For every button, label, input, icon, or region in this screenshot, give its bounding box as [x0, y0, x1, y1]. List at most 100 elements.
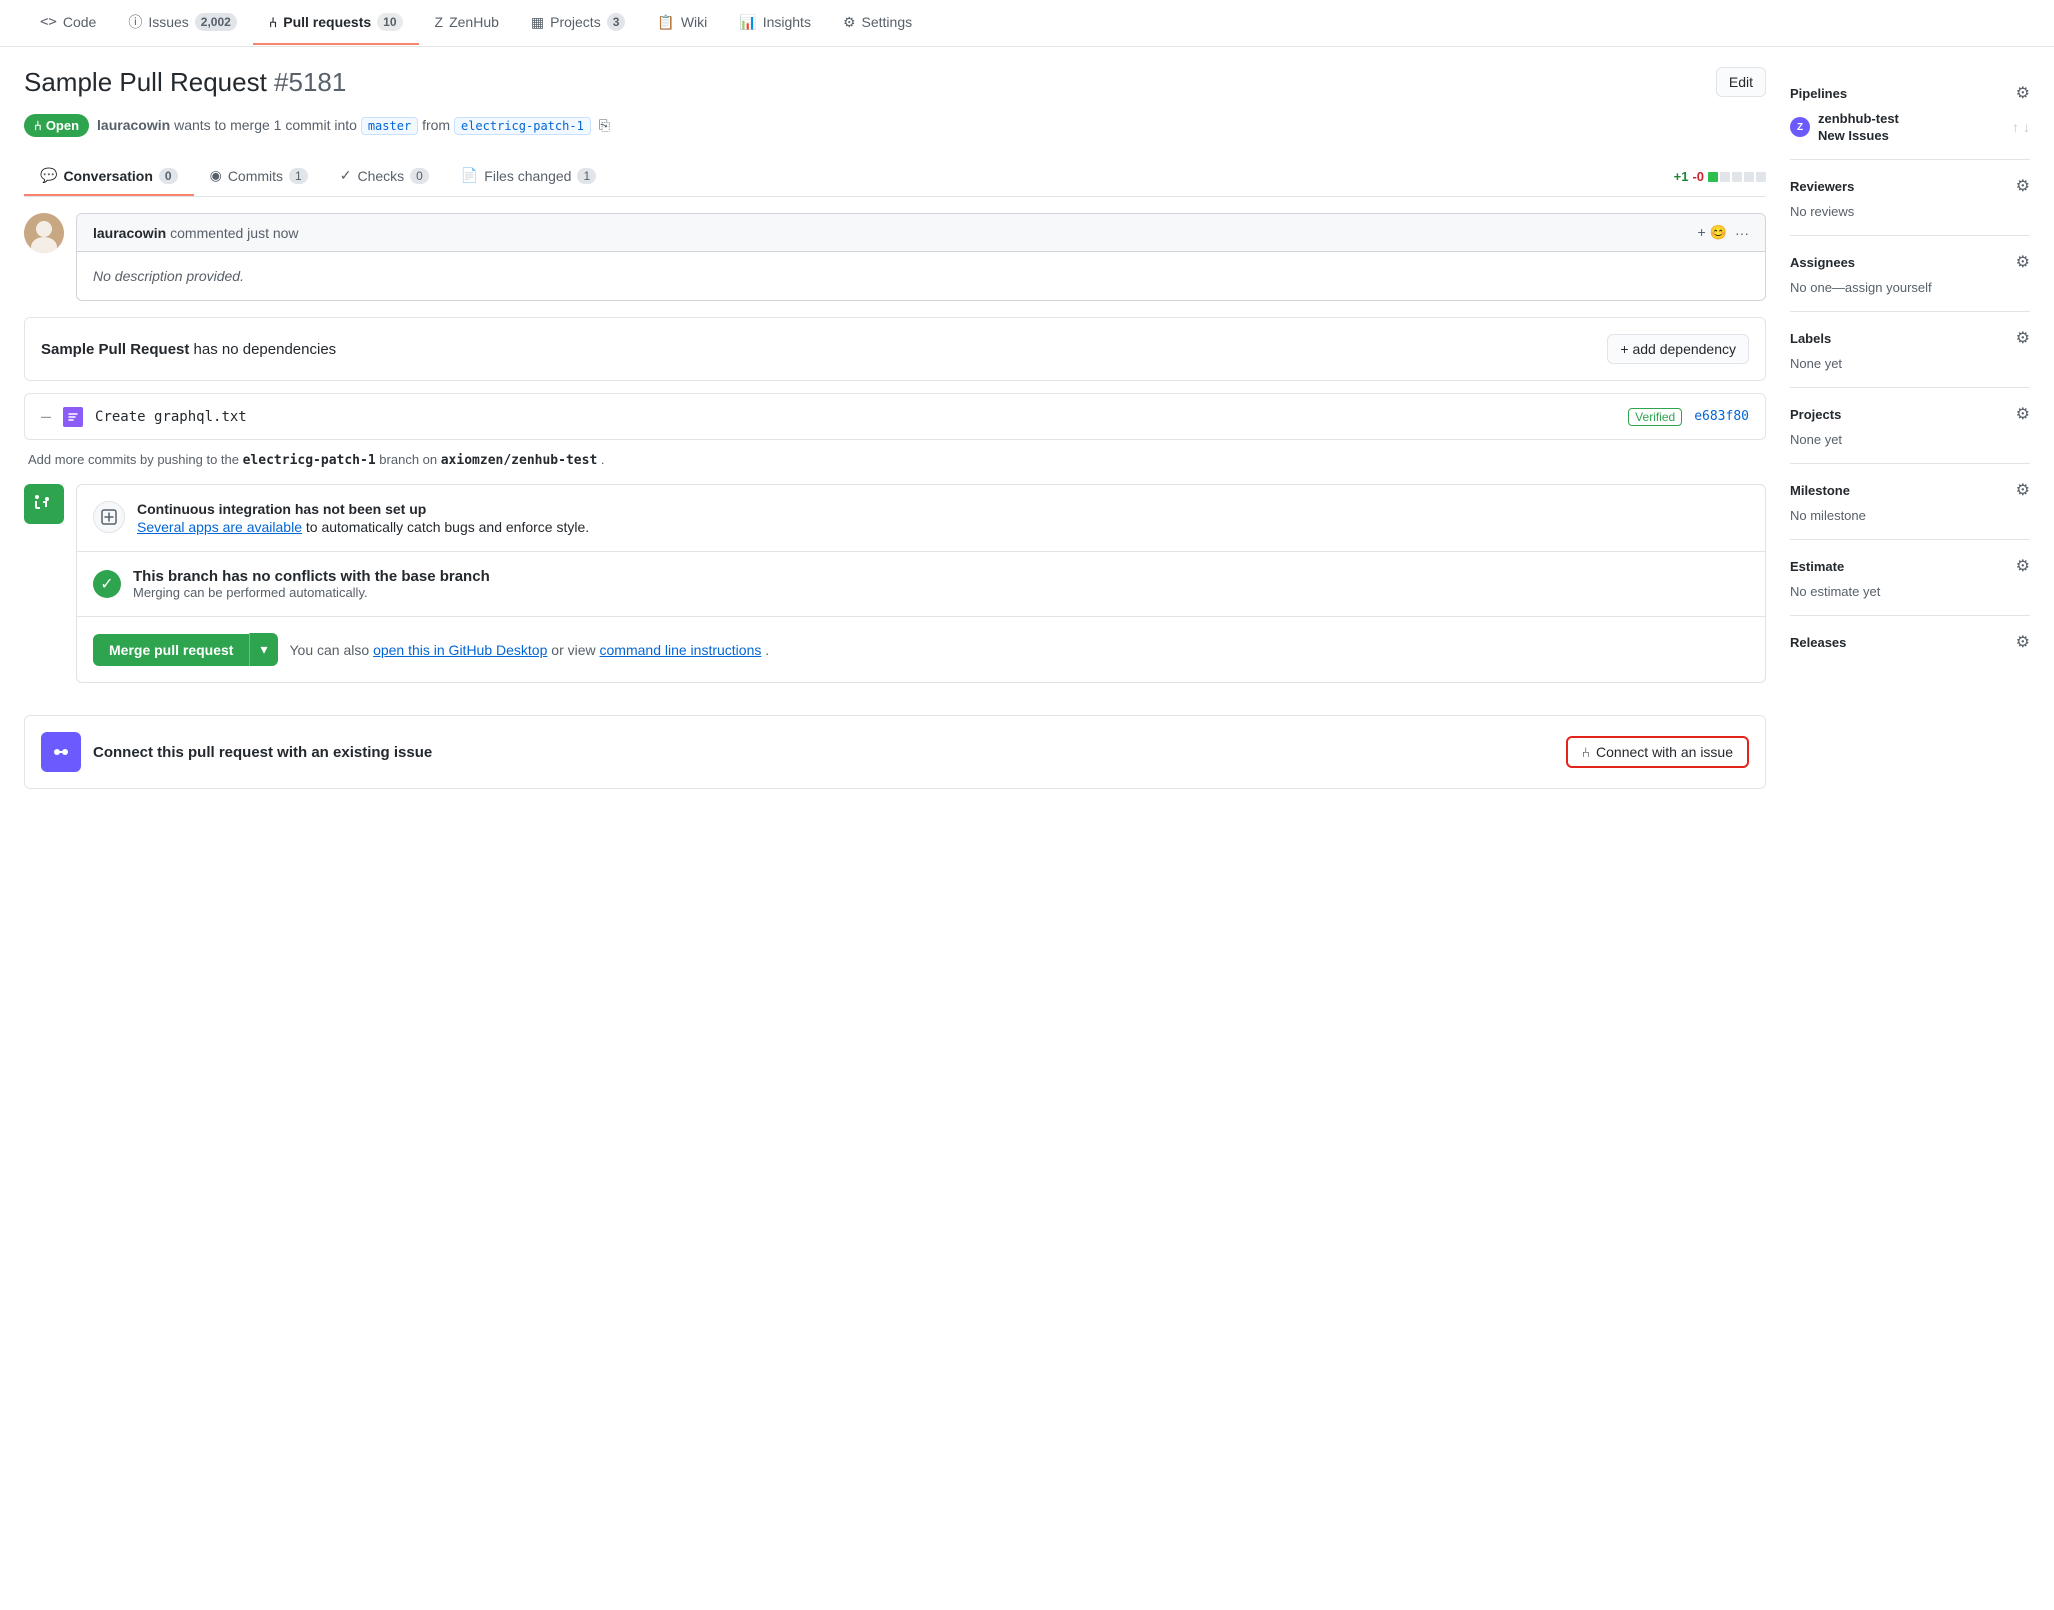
- nav-wiki[interactable]: 📋 Wiki: [641, 2, 723, 45]
- projects-gear-icon[interactable]: ⚙: [2016, 404, 2030, 424]
- open-badge: ⑃ Open: [24, 114, 89, 137]
- reviewers-gear-icon[interactable]: ⚙: [2016, 176, 2030, 196]
- projects-value: None yet: [1790, 432, 2030, 447]
- comment-body: No description provided.: [77, 252, 1765, 300]
- merge-pull-request-button[interactable]: Merge pull request: [93, 634, 249, 666]
- issues-icon: ⓘ: [128, 12, 142, 32]
- pipeline-name: zenbhub-test: [1818, 111, 1899, 126]
- nav-insights[interactable]: 📊 Insights: [723, 2, 827, 45]
- merge-btn-group: Merge pull request ▾: [93, 633, 278, 666]
- pipelines-title: Pipelines: [1790, 86, 1847, 101]
- arrow-down-icon[interactable]: ↓: [2023, 119, 2030, 135]
- pr-number: #5181: [274, 67, 346, 97]
- merge-subtitle: Merging can be performed automatically.: [133, 585, 1749, 600]
- pipeline-z-icon: Z: [1790, 117, 1810, 137]
- sidebar-pipelines-header: Pipelines ⚙: [1790, 83, 2030, 103]
- estimate-gear-icon[interactable]: ⚙: [2016, 556, 2030, 576]
- checks-badge: 0: [410, 168, 429, 184]
- pipeline-info: zenbhub-test New Issues: [1818, 111, 1899, 143]
- connect-icon: ⑃: [1582, 744, 1590, 760]
- merge-also: You can also open this in GitHub Desktop…: [290, 642, 770, 658]
- comment-header-left: lauracowin commented just now: [93, 225, 299, 241]
- sidebar-projects-header: Projects ⚙: [1790, 404, 2030, 424]
- avatar: [24, 213, 64, 253]
- code-icon: <>: [40, 14, 57, 30]
- commit-row: – Create graphql.txt Verified e683f80: [24, 393, 1766, 440]
- pr-badge: 10: [377, 13, 402, 31]
- edit-button[interactable]: Edit: [1716, 67, 1766, 97]
- tab-files-changed[interactable]: 📄 Files changed 1: [445, 157, 612, 196]
- sidebar-milestone: Milestone ⚙ No milestone: [1790, 464, 2030, 540]
- ci-title: Continuous integration has not been set …: [137, 501, 1749, 517]
- labels-value: None yet: [1790, 356, 2030, 371]
- ci-row: Continuous integration has not been set …: [77, 485, 1765, 552]
- sidebar-pipelines: Pipelines ⚙ Z zenbhub-test New Issues ↑ …: [1790, 67, 2030, 160]
- diff-del: -0: [1692, 169, 1704, 184]
- pr-subtitle: ⑃ Open lauracowin wants to merge 1 commi…: [24, 114, 1766, 137]
- assignees-gear-icon[interactable]: ⚙: [2016, 252, 2030, 272]
- tab-checks[interactable]: ✓ Checks 0: [324, 157, 445, 196]
- merge-section: Continuous integration has not been set …: [76, 484, 1766, 683]
- dependency-card: Sample Pull Request has no dependencies …: [24, 317, 1766, 381]
- commit-hash[interactable]: e683f80: [1694, 409, 1749, 424]
- labels-gear-icon[interactable]: ⚙: [2016, 328, 2030, 348]
- tab-commits[interactable]: ◉ Commits 1: [194, 157, 324, 196]
- pipelines-gear-icon[interactable]: ⚙: [2016, 83, 2030, 103]
- pipeline-left: Z zenbhub-test New Issues: [1790, 111, 1899, 143]
- wiki-icon: 📋: [657, 14, 674, 31]
- top-nav: <> Code ⓘ Issues 2,002 ⑃ Pull requests 1…: [0, 0, 2054, 47]
- projects-icon: ▦: [531, 14, 544, 31]
- nav-zenhub[interactable]: Z ZenHub: [419, 2, 515, 44]
- add-reaction-icon[interactable]: + 😊: [1698, 224, 1728, 241]
- comment-header: lauracowin commented just now + 😊 ···: [77, 214, 1765, 252]
- assignees-title: Assignees: [1790, 255, 1855, 270]
- nav-code[interactable]: <> Code: [24, 2, 112, 44]
- reviewers-title: Reviewers: [1790, 179, 1854, 194]
- commits-badge: 1: [289, 168, 308, 184]
- sidebar: Pipelines ⚙ Z zenbhub-test New Issues ↑ …: [1790, 67, 2030, 805]
- sidebar-estimate: Estimate ⚙ No estimate yet: [1790, 540, 2030, 616]
- diff-add: +1: [1674, 169, 1689, 184]
- milestone-gear-icon[interactable]: ⚙: [2016, 480, 2030, 500]
- arrow-up-icon[interactable]: ↑: [2012, 119, 2019, 135]
- tabs-row: 💬 Conversation 0 ◉ Commits 1 ✓ Checks 0 …: [24, 157, 1766, 197]
- comment-menu-icon[interactable]: ···: [1735, 225, 1749, 241]
- commits-icon: ◉: [210, 167, 222, 184]
- merge-title: This branch has no conflicts with the ba…: [133, 568, 1749, 585]
- conversation-icon: 💬: [40, 167, 57, 184]
- tabs-left: 💬 Conversation 0 ◉ Commits 1 ✓ Checks 0 …: [24, 157, 612, 196]
- add-commits-info: Add more commits by pushing to the elect…: [24, 452, 1766, 468]
- copy-icon[interactable]: ⎘: [599, 117, 610, 133]
- nav-settings[interactable]: ⚙ Settings: [827, 2, 928, 45]
- releases-gear-icon[interactable]: ⚙: [2016, 632, 2030, 652]
- estimate-title: Estimate: [1790, 559, 1844, 574]
- connect-with-issue-button[interactable]: ⑃ Connect with an issue: [1566, 736, 1749, 768]
- files-badge: 1: [577, 168, 596, 184]
- merge-dropdown-button[interactable]: ▾: [249, 633, 277, 666]
- comment-actions[interactable]: + 😊 ···: [1698, 224, 1750, 241]
- zenhub-connect-icon-box: [41, 732, 81, 772]
- add-dependency-button[interactable]: + add dependency: [1607, 334, 1749, 364]
- base-branch: master: [361, 117, 418, 135]
- pr-status-icon: ⑃: [34, 118, 42, 133]
- zenhub-icon: Z: [435, 14, 444, 30]
- nav-pull-requests[interactable]: ⑃ Pull requests 10: [253, 1, 419, 45]
- tab-conversation[interactable]: 💬 Conversation 0: [24, 157, 194, 196]
- cli-instructions-link[interactable]: command line instructions: [600, 642, 762, 658]
- merge-icon-box: [24, 484, 64, 524]
- merge-action-row: Merge pull request ▾ You can also open t…: [77, 617, 1765, 682]
- insights-icon: 📊: [739, 14, 756, 31]
- ci-link[interactable]: Several apps are available: [137, 519, 302, 535]
- pipeline-arrows[interactable]: ↑ ↓: [2012, 119, 2030, 135]
- commit-file-icon: [63, 407, 83, 427]
- assignees-value: No one—assign yourself: [1790, 280, 2030, 295]
- settings-icon: ⚙: [843, 14, 856, 31]
- ci-desc: Several apps are available to automatica…: [137, 519, 1749, 535]
- nav-projects[interactable]: ▦ Projects 3: [515, 1, 642, 45]
- projects-title: Projects: [1790, 407, 1841, 422]
- diff-stats: +1 -0: [1674, 159, 1766, 194]
- merge-ok-row: ✓ This branch has no conflicts with the …: [77, 552, 1765, 617]
- nav-issues[interactable]: ⓘ Issues 2,002: [112, 0, 253, 46]
- checks-icon: ✓: [340, 167, 352, 184]
- github-desktop-link[interactable]: open this in GitHub Desktop: [373, 642, 547, 658]
